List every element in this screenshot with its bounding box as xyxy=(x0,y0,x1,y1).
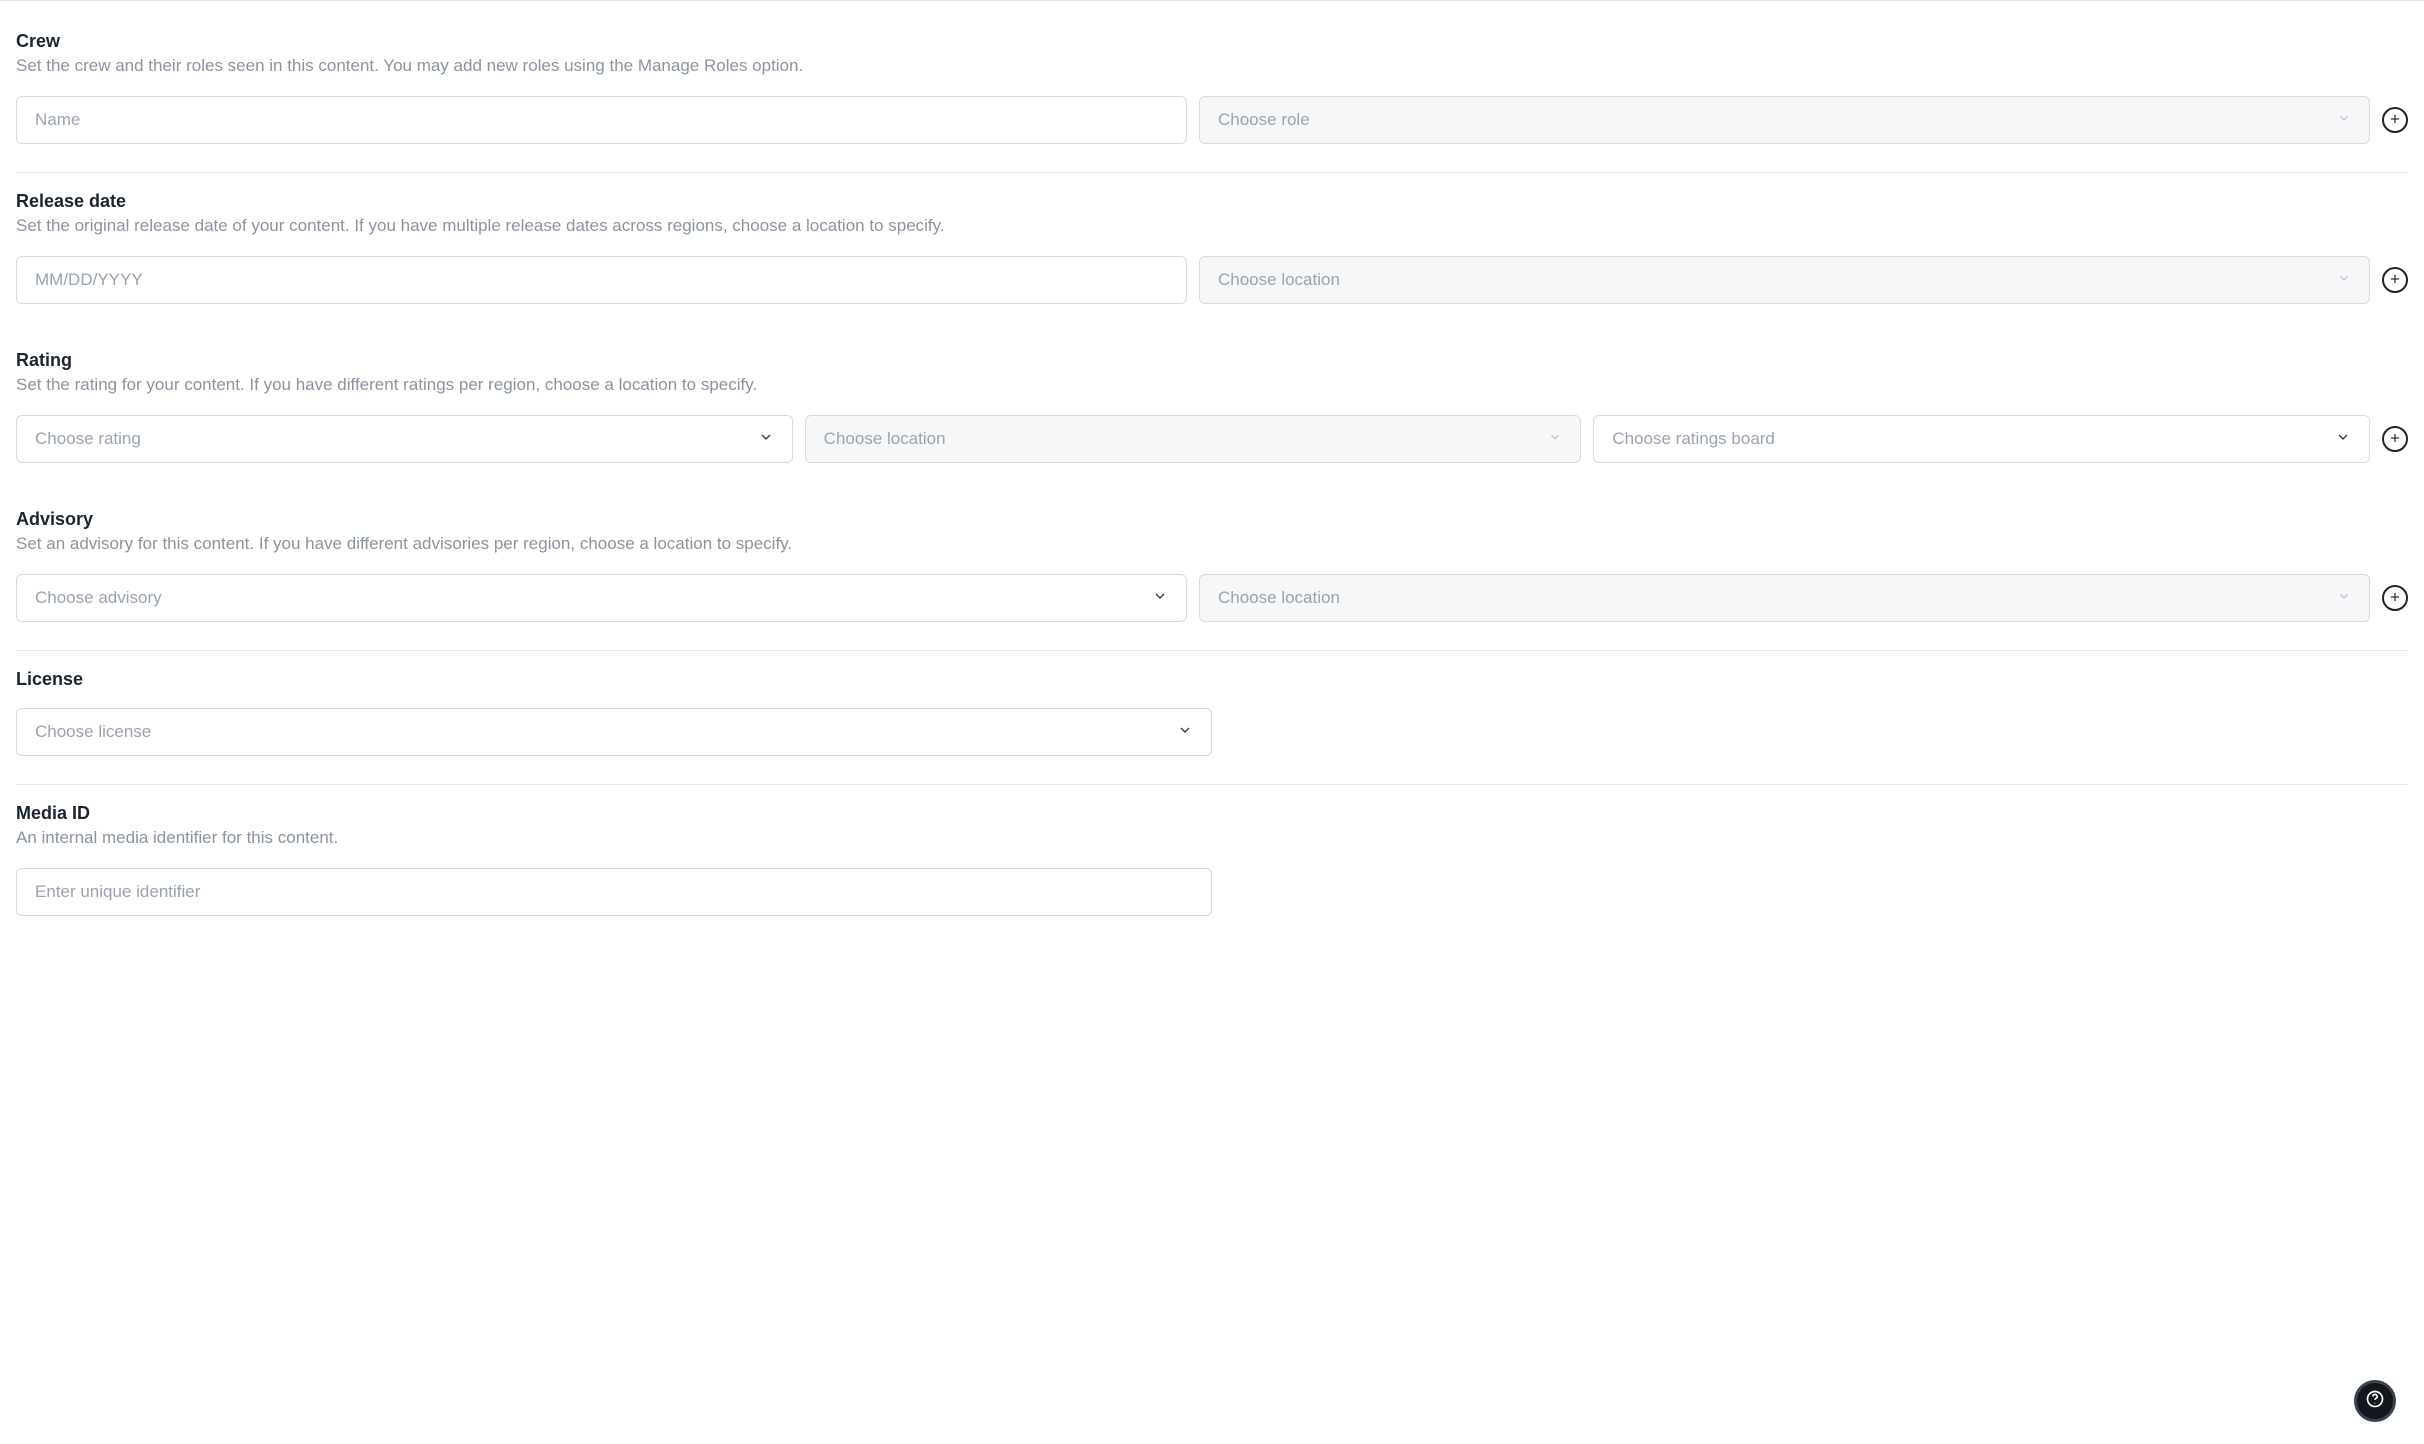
media-id-title: Media ID xyxy=(16,803,2408,824)
advisory-location-placeholder: Choose location xyxy=(1218,588,1340,608)
rating-select[interactable]: Choose rating xyxy=(16,415,793,463)
license-select[interactable]: Choose license xyxy=(16,708,1212,756)
chevron-down-icon xyxy=(2337,110,2351,130)
advisory-section: Advisory Set an advisory for this conten… xyxy=(16,491,2408,651)
plus-icon xyxy=(2388,431,2402,448)
release-desc: Set the original release date of your co… xyxy=(16,216,2408,236)
advisory-location-select[interactable]: Choose location xyxy=(1199,574,2370,622)
crew-role-placeholder: Choose role xyxy=(1218,110,1310,130)
crew-section: Crew Set the crew and their roles seen i… xyxy=(16,13,2408,173)
chevron-down-icon xyxy=(2337,270,2351,290)
plus-icon xyxy=(2388,272,2402,289)
chevron-down-icon xyxy=(758,429,774,450)
release-location-select[interactable]: Choose location xyxy=(1199,256,2370,304)
rating-section: Rating Set the rating for your content. … xyxy=(16,332,2408,491)
advisory-select[interactable]: Choose advisory xyxy=(16,574,1187,622)
release-section: Release date Set the original release da… xyxy=(16,173,2408,332)
release-date-input[interactable] xyxy=(16,256,1187,304)
license-placeholder: Choose license xyxy=(35,722,151,742)
advisory-desc: Set an advisory for this content. If you… xyxy=(16,534,2408,554)
license-section: License Choose license xyxy=(16,651,2408,785)
advisory-add-button[interactable] xyxy=(2382,585,2408,611)
rating-desc: Set the rating for your content. If you … xyxy=(16,375,2408,395)
crew-add-button[interactable] xyxy=(2382,107,2408,133)
advisory-placeholder: Choose advisory xyxy=(35,588,162,608)
media-id-input[interactable] xyxy=(16,868,1212,916)
plus-icon xyxy=(2388,590,2402,607)
release-title: Release date xyxy=(16,191,2408,212)
rating-placeholder: Choose rating xyxy=(35,429,141,449)
rating-location-placeholder: Choose location xyxy=(824,429,946,449)
license-title: License xyxy=(16,669,2408,690)
crew-name-input[interactable] xyxy=(16,96,1187,144)
advisory-title: Advisory xyxy=(16,509,2408,530)
chevron-down-icon xyxy=(1548,429,1562,449)
chevron-down-icon xyxy=(2335,429,2351,450)
rating-title: Rating xyxy=(16,350,2408,371)
crew-title: Crew xyxy=(16,31,2408,52)
crew-role-select[interactable]: Choose role xyxy=(1199,96,2370,144)
crew-desc: Set the crew and their roles seen in thi… xyxy=(16,56,2408,76)
rating-location-select[interactable]: Choose location xyxy=(805,415,1582,463)
media-id-section: Media ID An internal media identifier fo… xyxy=(16,785,2408,944)
help-button[interactable] xyxy=(2354,1380,2396,1422)
plus-icon xyxy=(2388,112,2402,129)
chevron-down-icon xyxy=(2337,588,2351,608)
release-add-button[interactable] xyxy=(2382,267,2408,293)
release-location-placeholder: Choose location xyxy=(1218,270,1340,290)
chevron-down-icon xyxy=(1177,722,1193,743)
question-icon xyxy=(2365,1389,2385,1414)
ratings-board-placeholder: Choose ratings board xyxy=(1612,429,1775,449)
chevron-down-icon xyxy=(1152,588,1168,609)
rating-add-button[interactable] xyxy=(2382,426,2408,452)
ratings-board-select[interactable]: Choose ratings board xyxy=(1593,415,2370,463)
media-id-desc: An internal media identifier for this co… xyxy=(16,828,2408,848)
